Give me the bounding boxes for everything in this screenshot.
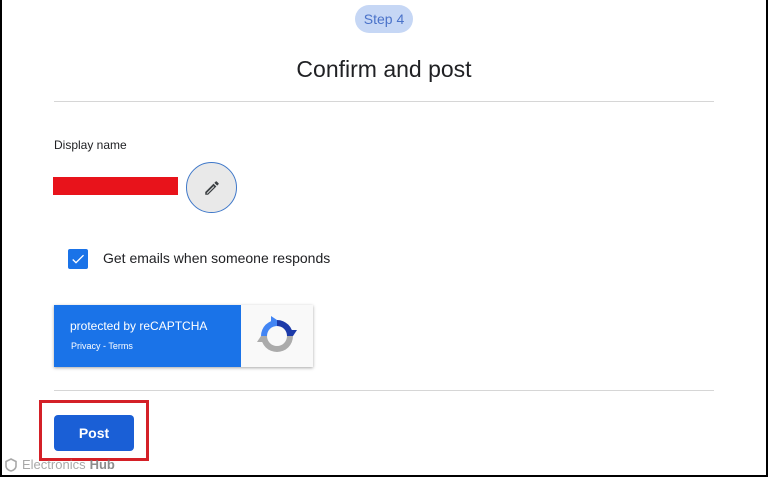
display-name-redacted (53, 177, 178, 195)
page-title: Confirm and post (296, 56, 472, 82)
watermark-brand-part2: Hub (89, 457, 115, 472)
emails-checkbox-label: Get emails when someone responds (103, 250, 331, 266)
display-name-label: Display name (54, 138, 127, 152)
watermark: Electronics Hub (4, 457, 115, 472)
recaptcha-terms-link[interactable]: Terms (108, 341, 133, 351)
step-indicator: Step 4 (355, 5, 413, 33)
recaptcha-protected-text: protected by reCAPTCHA (70, 319, 208, 333)
emails-checkbox[interactable] (68, 249, 88, 269)
divider-bottom (54, 390, 714, 391)
recaptcha-privacy-link[interactable]: Privacy (71, 341, 101, 351)
divider-top (54, 101, 714, 102)
checkmark-icon (72, 254, 84, 264)
watermark-logo-icon (5, 457, 17, 472)
pencil-icon (204, 180, 219, 195)
recaptcha-links: Privacy - Terms (71, 341, 133, 351)
recaptcha-text-panel: protected by reCAPTCHA Privacy - Terms (54, 305, 241, 367)
recaptcha-logo-area (241, 305, 313, 367)
edit-display-name-button[interactable] (186, 162, 237, 213)
recaptcha-badge[interactable]: protected by reCAPTCHA Privacy - Terms (54, 305, 313, 367)
recaptcha-logo-icon (257, 316, 297, 352)
post-button[interactable]: Post (54, 415, 134, 451)
watermark-brand-part1: Electronics (22, 457, 86, 472)
